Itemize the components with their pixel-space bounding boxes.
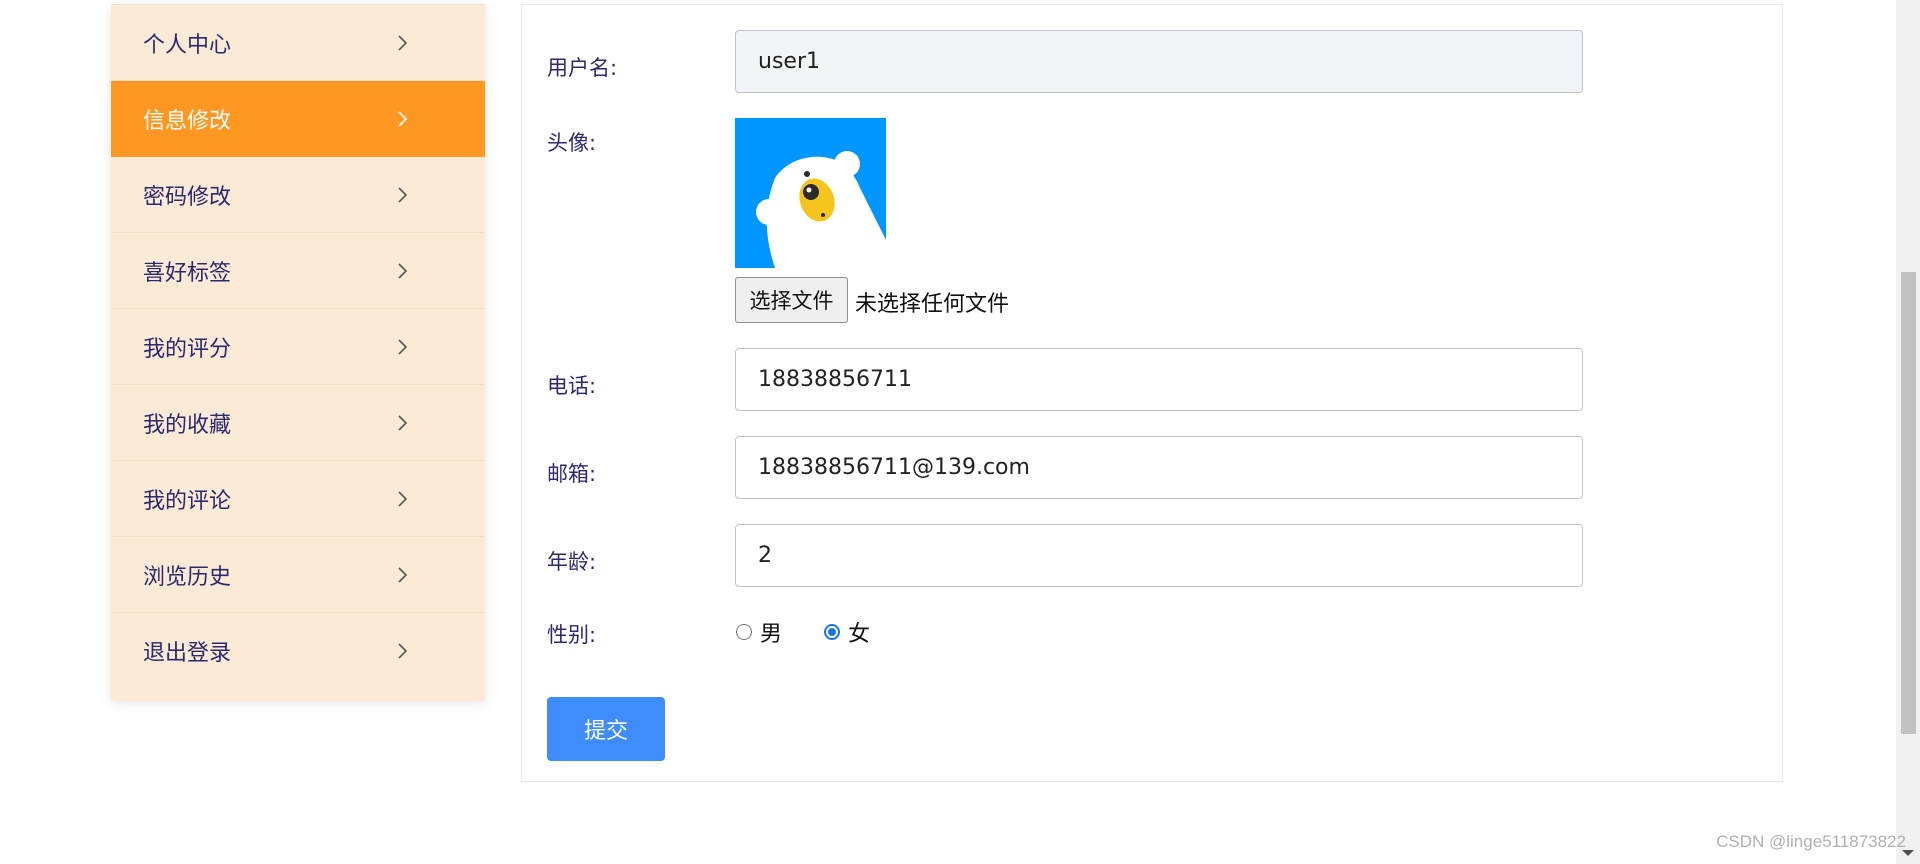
chevron-right-icon: [398, 262, 408, 279]
chevron-right-icon: [398, 643, 408, 659]
chevron-right-icon: [398, 414, 408, 431]
file-status-text: 未选择任何文件: [855, 292, 1010, 317]
username-label: 用户名:: [547, 56, 618, 80]
watermark: CSDN @linge511873822: [1716, 832, 1906, 851]
sidebar-item-browse-history[interactable]: 浏览历史: [111, 537, 485, 613]
username-input[interactable]: [735, 30, 1583, 93]
page: 个人中心 信息修改 密码修改 喜好标签 我的评分 我的收藏 我的评论 浏览历史: [0, 0, 1920, 864]
sidebar-item-change-password[interactable]: 密码修改: [111, 157, 485, 233]
chevron-right-icon: [398, 110, 408, 127]
sidebar-item-label: 我的评论: [143, 488, 232, 514]
sidebar-menu: 个人中心 信息修改 密码修改 喜好标签 我的评分 我的收藏 我的评论 浏览历史: [111, 4, 485, 701]
sidebar-item-my-ratings[interactable]: 我的评分: [111, 309, 485, 385]
sidebar-item-preference-tags[interactable]: 喜好标签: [111, 233, 485, 309]
sidebar-item-label: 浏览历史: [143, 564, 232, 590]
sidebar-item-label: 我的收藏: [143, 412, 232, 438]
chevron-right-icon: [398, 34, 408, 51]
page-scrollbar[interactable]: [1896, 0, 1920, 864]
chevron-right-icon: [398, 490, 408, 507]
choose-file-button[interactable]: 选择文件: [735, 277, 848, 323]
sidebar-item-my-comments[interactable]: 我的评论: [111, 461, 485, 537]
phone-input[interactable]: [735, 348, 1583, 411]
age-label: 年龄:: [547, 550, 597, 574]
submit-button[interactable]: 提交: [547, 697, 665, 761]
sidebar-item-label: 退出登录: [143, 641, 232, 666]
radio-unchecked-icon[interactable]: [736, 624, 752, 640]
sidebar-item-personal-center[interactable]: 个人中心: [111, 5, 485, 81]
age-input[interactable]: [735, 524, 1583, 587]
sidebar-item-label: 我的评分: [143, 336, 232, 362]
sidebar-item-label: 信息修改: [143, 108, 232, 134]
profile-edit-form: 用户名: 头像: 选择文件 未选择任何文件 电话: 邮箱: 年龄: 性别: 男: [521, 4, 1783, 782]
chevron-right-icon: [398, 186, 408, 203]
scrollbar-thumb[interactable]: [1901, 272, 1916, 734]
avatar-label: 头像:: [547, 131, 597, 155]
sidebar-item-my-favorites[interactable]: 我的收藏: [111, 385, 485, 461]
gender-option-label: 男: [760, 622, 783, 647]
gender-option-male[interactable]: 男: [736, 616, 782, 648]
chevron-right-icon: [398, 338, 408, 355]
phone-label: 电话:: [547, 374, 597, 398]
radio-checked-icon[interactable]: [824, 624, 840, 640]
gender-option-label: 女: [848, 622, 871, 647]
sidebar-item-label: 密码修改: [143, 184, 232, 210]
email-label: 邮箱:: [547, 462, 597, 486]
gender-label: 性别:: [547, 623, 597, 647]
gender-option-female[interactable]: 女: [824, 616, 870, 648]
chevron-right-icon: [398, 566, 408, 583]
sidebar-item-edit-info[interactable]: 信息修改: [111, 81, 485, 157]
sidebar-item-label: 喜好标签: [143, 260, 232, 286]
email-input[interactable]: [735, 436, 1583, 499]
sidebar-item-logout[interactable]: 退出登录: [111, 613, 485, 689]
sidebar-item-label: 个人中心: [143, 32, 232, 58]
avatar-image[interactable]: [735, 118, 886, 268]
